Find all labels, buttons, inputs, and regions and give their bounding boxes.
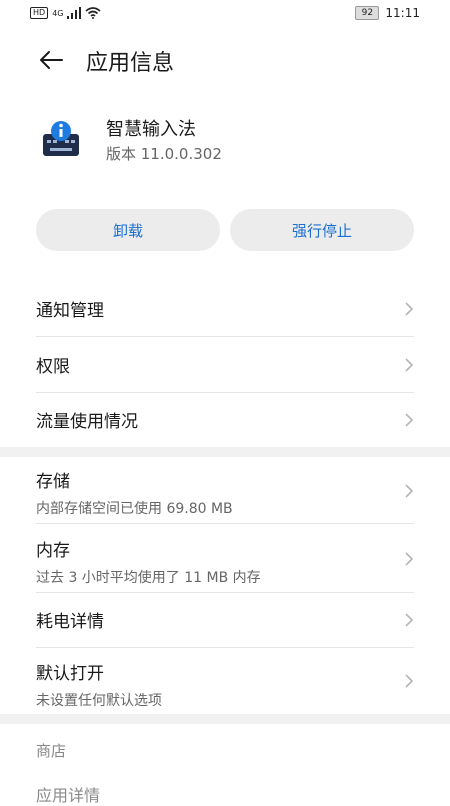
divider bbox=[36, 647, 414, 648]
network-type: 4G bbox=[52, 8, 64, 18]
store-section-label: 商店 bbox=[36, 742, 67, 760]
list-item-title: 存储 bbox=[36, 472, 70, 492]
chevron-right-icon bbox=[405, 302, 414, 316]
divider bbox=[36, 592, 414, 593]
list-item-memory[interactable]: 内存 过去 3 小时平均使用了 11 MB 内存 bbox=[36, 536, 414, 586]
keyboard-info-icon bbox=[43, 121, 79, 156]
list-item-notification[interactable]: 通知管理 bbox=[36, 296, 414, 324]
app-name: 智慧输入法 bbox=[106, 119, 196, 140]
chevron-right-icon bbox=[405, 413, 414, 427]
app-details-link[interactable]: 应用详情 bbox=[36, 782, 100, 806]
divider bbox=[36, 523, 414, 524]
status-bar: HD 4G 92 11:11 bbox=[0, 0, 450, 26]
list-item-subtitle: 未设置任何默认选项 bbox=[36, 693, 162, 709]
battery-icon: 92 bbox=[355, 6, 380, 20]
list-item-subtitle: 过去 3 小时平均使用了 11 MB 内存 bbox=[36, 570, 261, 586]
list-item-data-usage[interactable]: 流量使用情况 bbox=[36, 407, 414, 435]
divider bbox=[36, 392, 414, 393]
chevron-right-icon bbox=[405, 674, 414, 688]
list-item-storage[interactable]: 存储 内部存储空间已使用 69.80 MB bbox=[36, 467, 414, 517]
status-time: 11:11 bbox=[385, 6, 420, 20]
header: 应用信息 bbox=[0, 40, 450, 80]
hd-badge: HD bbox=[30, 7, 49, 19]
list-item-title: 默认打开 bbox=[36, 664, 104, 684]
list-item-title: 流量使用情况 bbox=[36, 412, 138, 432]
section-gap bbox=[0, 714, 450, 724]
page-title: 应用信息 bbox=[86, 51, 175, 76]
uninstall-button[interactable]: 卸载 bbox=[36, 209, 220, 251]
list-item-subtitle: 内部存储空间已使用 69.80 MB bbox=[36, 501, 233, 517]
list-item-default-open[interactable]: 默认打开 未设置任何默认选项 bbox=[36, 659, 414, 709]
chevron-right-icon bbox=[405, 484, 414, 498]
signal-icon bbox=[67, 7, 82, 19]
chevron-right-icon bbox=[405, 552, 414, 566]
divider bbox=[36, 336, 414, 337]
list-item-title: 权限 bbox=[36, 357, 70, 377]
chevron-right-icon bbox=[405, 358, 414, 372]
list-item-title: 内存 bbox=[36, 541, 70, 561]
chevron-right-icon bbox=[405, 613, 414, 627]
back-arrow-icon[interactable] bbox=[38, 48, 64, 72]
force-stop-button[interactable]: 强行停止 bbox=[230, 209, 414, 251]
wifi-icon bbox=[85, 7, 102, 19]
status-left: HD 4G bbox=[30, 7, 102, 19]
list-item-title: 通知管理 bbox=[36, 301, 104, 321]
list-item-permissions[interactable]: 权限 bbox=[36, 352, 414, 380]
list-item-title: 耗电详情 bbox=[36, 612, 104, 632]
list-item-battery[interactable]: 耗电详情 bbox=[36, 607, 414, 635]
section-gap bbox=[0, 447, 450, 457]
status-right: 92 11:11 bbox=[355, 6, 420, 20]
app-version: 版本 11.0.0.302 bbox=[106, 145, 222, 163]
